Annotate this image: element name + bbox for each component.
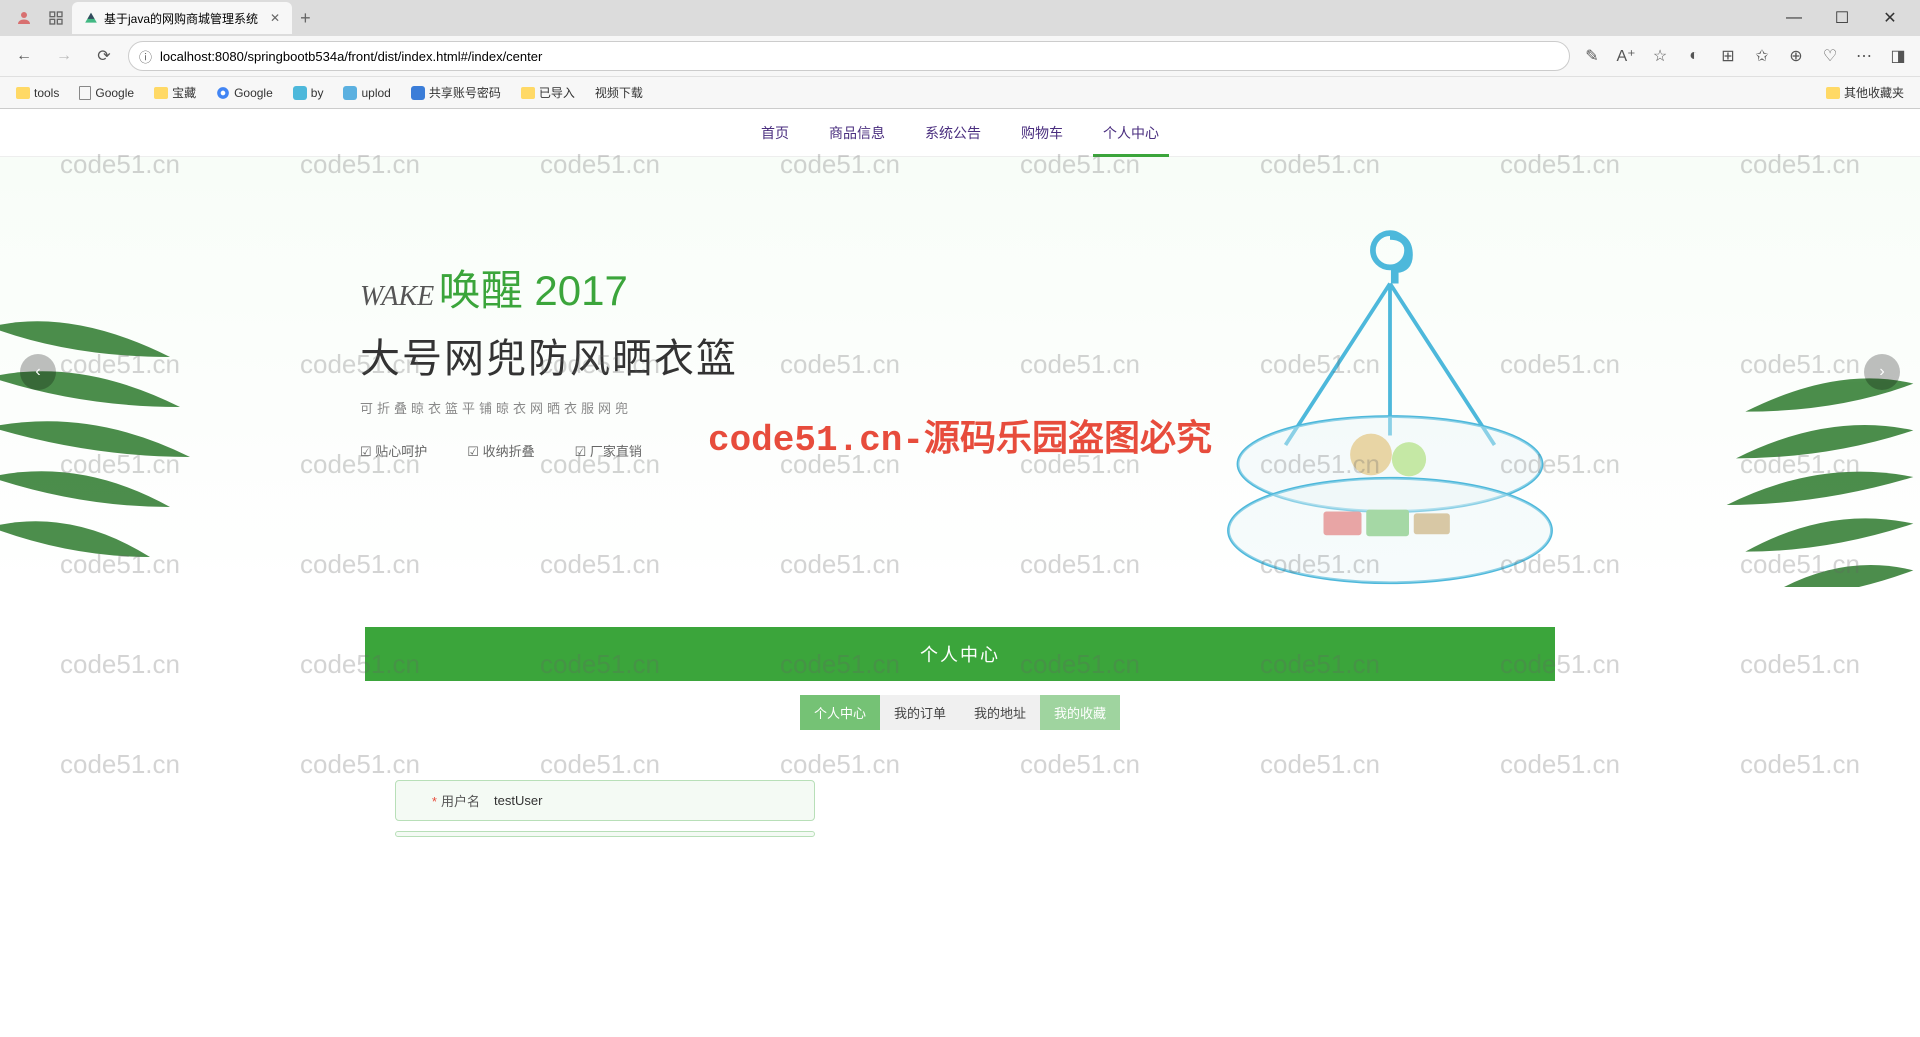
page-icon <box>79 86 91 100</box>
bookmark-video[interactable]: 视频下载 <box>587 80 651 105</box>
refresh-button[interactable]: ⟳ <box>88 40 120 72</box>
folder-icon <box>154 87 168 99</box>
key-icon <box>411 86 425 100</box>
other-bookmarks[interactable]: 其他收藏夹 <box>1818 80 1912 105</box>
bookmark-uplod[interactable]: uplod <box>335 82 398 104</box>
bookmark-google1[interactable]: Google <box>71 82 142 104</box>
profile-tabs: 个人中心 我的订单 我的地址 我的收藏 <box>0 695 1920 730</box>
profile-form: *用户名 <box>365 780 1555 837</box>
product-image <box>1200 217 1580 587</box>
forward-button[interactable]: → <box>48 40 80 72</box>
form-row-username: *用户名 <box>395 780 815 821</box>
username-label: *用户名 <box>410 791 480 810</box>
tab-favorites[interactable]: 我的收藏 <box>1040 695 1120 730</box>
bookmark-baozang[interactable]: 宝藏 <box>146 80 204 105</box>
carousel-prev-button[interactable]: ‹ <box>20 354 56 390</box>
extensions-icon[interactable]: ⊕ <box>1782 42 1810 70</box>
bookmark-tools[interactable]: tools <box>8 82 67 104</box>
link-icon <box>293 86 307 100</box>
feature-item: ☑ 收纳折叠 <box>467 441 534 460</box>
read-aloud-icon[interactable]: A⁺ <box>1612 42 1640 70</box>
nav-products[interactable]: 商品信息 <box>809 109 905 157</box>
main-nav: 首页 商品信息 系统公告 购物车 个人中心 <box>0 109 1920 157</box>
tab-title: 基于java的网购商城管理系统 <box>104 10 258 27</box>
tab-address[interactable]: 我的地址 <box>960 695 1040 730</box>
banner-wake: WAKE <box>360 281 434 312</box>
tabs-overview-icon[interactable] <box>46 8 66 28</box>
close-tab-icon[interactable]: ✕ <box>258 11 280 25</box>
feature-item: ☑ 贴心呵护 <box>360 441 427 460</box>
folder-icon <box>521 87 535 99</box>
window-controls: — ☐ ✕ <box>1772 3 1912 33</box>
url-input[interactable]: ⓘ localhost:8080/springbootb534a/front/d… <box>128 41 1570 71</box>
tab-profile[interactable]: 个人中心 <box>800 695 880 730</box>
address-bar: ← → ⟳ ⓘ localhost:8080/springbootb534a/f… <box>0 36 1920 76</box>
more-icon[interactable]: ⋯ <box>1850 42 1878 70</box>
close-window-button[interactable]: ✕ <box>1868 3 1912 33</box>
tracking-icon[interactable]: ◐ <box>1680 42 1708 70</box>
browser-tab[interactable]: 基于java的网购商城管理系统 ✕ <box>72 2 292 34</box>
form-row-next <box>395 831 815 837</box>
bookmark-imported[interactable]: 已导入 <box>513 80 583 105</box>
collections-icon[interactable]: ⊞ <box>1714 42 1742 70</box>
banner-text: WAKE 唤醒 2017 大号网兜防风晒衣篮 可折叠晾衣篮平铺晾衣网晒衣服网兜 … <box>360 257 738 460</box>
feature-item: ☑ 厂家直销 <box>575 441 642 460</box>
tab-bar: 基于java的网购商城管理系统 ✕ + — ☐ ✕ <box>0 0 1920 36</box>
maximize-button[interactable]: ☐ <box>1820 3 1864 33</box>
folder-icon <box>1826 87 1840 99</box>
edit-icon[interactable]: ✎ <box>1578 42 1606 70</box>
leaf-decoration-left <box>0 277 220 577</box>
banner-title-product: 大号网兜防风晒衣篮 <box>360 326 738 384</box>
carousel-banner: WAKE 唤醒 2017 大号网兜防风晒衣篮 可折叠晾衣篮平铺晾衣网晒衣服网兜 … <box>0 157 1920 587</box>
username-input[interactable] <box>480 793 800 808</box>
nav-profile[interactable]: 个人中心 <box>1083 109 1179 157</box>
section-header: 个人中心 <box>365 627 1555 681</box>
new-tab-button[interactable]: + <box>300 8 311 29</box>
url-text: localhost:8080/springbootb534a/front/dis… <box>160 49 542 64</box>
carousel-next-button[interactable]: › <box>1864 354 1900 390</box>
bookmark-google2[interactable]: Google <box>208 82 281 104</box>
page-content: 首页 商品信息 系统公告 购物车 个人中心 WAKE 唤醒 2017 <box>0 109 1920 1037</box>
nav-cart[interactable]: 购物车 <box>1001 109 1083 157</box>
banner-title-year: 唤醒 2017 <box>439 267 628 314</box>
google-icon <box>216 86 230 100</box>
minimize-button[interactable]: — <box>1772 3 1816 33</box>
back-button[interactable]: ← <box>8 40 40 72</box>
nav-notice[interactable]: 系统公告 <box>905 109 1001 157</box>
performance-icon[interactable]: ♡ <box>1816 42 1844 70</box>
nav-home[interactable]: 首页 <box>741 109 809 157</box>
profile-icon[interactable] <box>14 8 34 28</box>
bookmark-by[interactable]: by <box>285 82 332 104</box>
folder-icon <box>16 87 30 99</box>
tab-orders[interactable]: 我的订单 <box>880 695 960 730</box>
favorites-bar-icon[interactable]: ✩ <box>1748 42 1776 70</box>
info-icon: ⓘ <box>139 47 152 66</box>
sidebar-toggle-icon[interactable]: ◨ <box>1884 42 1912 70</box>
banner-features: ☑ 贴心呵护 ☑ 收纳折叠 ☑ 厂家直销 <box>360 441 738 460</box>
banner-subtitle: 可折叠晾衣篮平铺晾衣网晒衣服网兜 <box>360 398 738 417</box>
vue-favicon-icon <box>84 11 98 25</box>
favorite-icon[interactable]: ☆ <box>1646 42 1674 70</box>
upload-icon <box>343 86 357 100</box>
bookmark-bar: tools Google 宝藏 Google by uplod 共享账号密码 已… <box>0 76 1920 108</box>
browser-chrome: 基于java的网购商城管理系统 ✕ + — ☐ ✕ ← → ⟳ ⓘ localh… <box>0 0 1920 109</box>
bookmark-share[interactable]: 共享账号密码 <box>403 80 509 105</box>
